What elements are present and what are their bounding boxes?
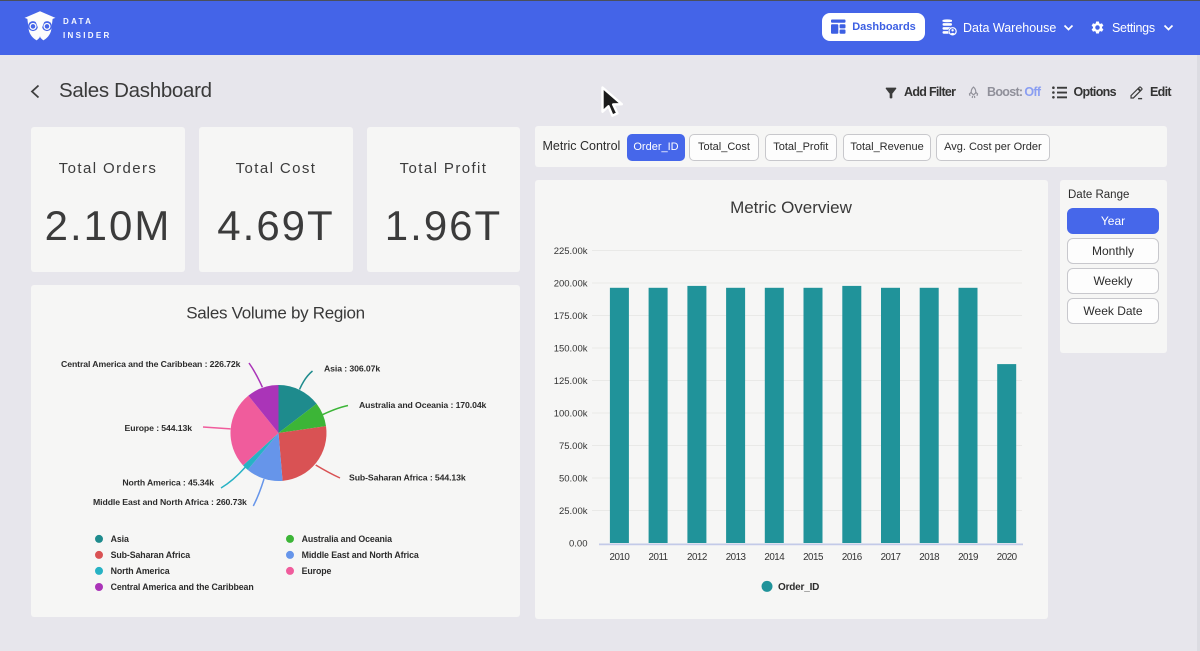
svg-text:2017: 2017 — [881, 552, 901, 563]
svg-text:75.00k: 75.00k — [559, 441, 588, 452]
svg-text:Central America and the Caribb: Central America and the Caribbean : 226.… — [61, 359, 241, 369]
svg-text:Central America and the Caribb: Central America and the Caribbean — [111, 582, 254, 592]
svg-text:175.00k: 175.00k — [554, 311, 588, 322]
svg-text:150.00k: 150.00k — [554, 344, 588, 355]
svg-text:2015: 2015 — [803, 552, 824, 563]
svg-text:Middle East and North Africa: Middle East and North Africa — [302, 550, 419, 560]
svg-text:Sub-Saharan Africa: Sub-Saharan Africa — [111, 550, 191, 560]
svg-text:Sales Volume by Region: Sales Volume by Region — [186, 304, 365, 323]
svg-text:2018: 2018 — [919, 552, 940, 563]
svg-text:Australia and Oceania : 170.04: Australia and Oceania : 170.04k — [359, 400, 487, 410]
svg-text:North America : 45.34k: North America : 45.34k — [122, 478, 214, 488]
svg-text:125.00k: 125.00k — [554, 376, 588, 387]
svg-text:Asia : 306.07k: Asia : 306.07k — [324, 364, 380, 374]
svg-text:Sub-Saharan Africa : 544.13k: Sub-Saharan Africa : 544.13k — [349, 473, 466, 483]
svg-text:Metric Overview: Metric Overview — [730, 198, 853, 217]
svg-text:Europe : 544.13k: Europe : 544.13k — [125, 423, 193, 433]
svg-text:50.00k: 50.00k — [559, 474, 588, 485]
svg-text:2012: 2012 — [687, 552, 707, 563]
svg-text:Europe: Europe — [302, 566, 332, 576]
svg-text:100.00k: 100.00k — [554, 409, 588, 420]
svg-text:0.00: 0.00 — [569, 539, 588, 550]
svg-text:2011: 2011 — [649, 552, 668, 563]
svg-text:2016: 2016 — [842, 552, 863, 563]
svg-text:25.00k: 25.00k — [559, 506, 588, 517]
svg-text:2019: 2019 — [958, 552, 978, 563]
svg-text:Asia: Asia — [111, 534, 129, 544]
svg-text:225.00k: 225.00k — [554, 246, 588, 257]
svg-text:2020: 2020 — [997, 552, 1018, 563]
svg-text:Order_ID: Order_ID — [778, 582, 819, 593]
svg-text:North America: North America — [111, 566, 170, 576]
svg-text:Middle East and North Africa :: Middle East and North Africa : 260.73k — [93, 497, 247, 507]
svg-text:2010: 2010 — [610, 552, 631, 563]
svg-text:2013: 2013 — [726, 552, 747, 563]
svg-text:2014: 2014 — [764, 552, 785, 563]
svg-text:200.00k: 200.00k — [554, 279, 588, 290]
svg-text:Australia and Oceania: Australia and Oceania — [302, 534, 393, 544]
